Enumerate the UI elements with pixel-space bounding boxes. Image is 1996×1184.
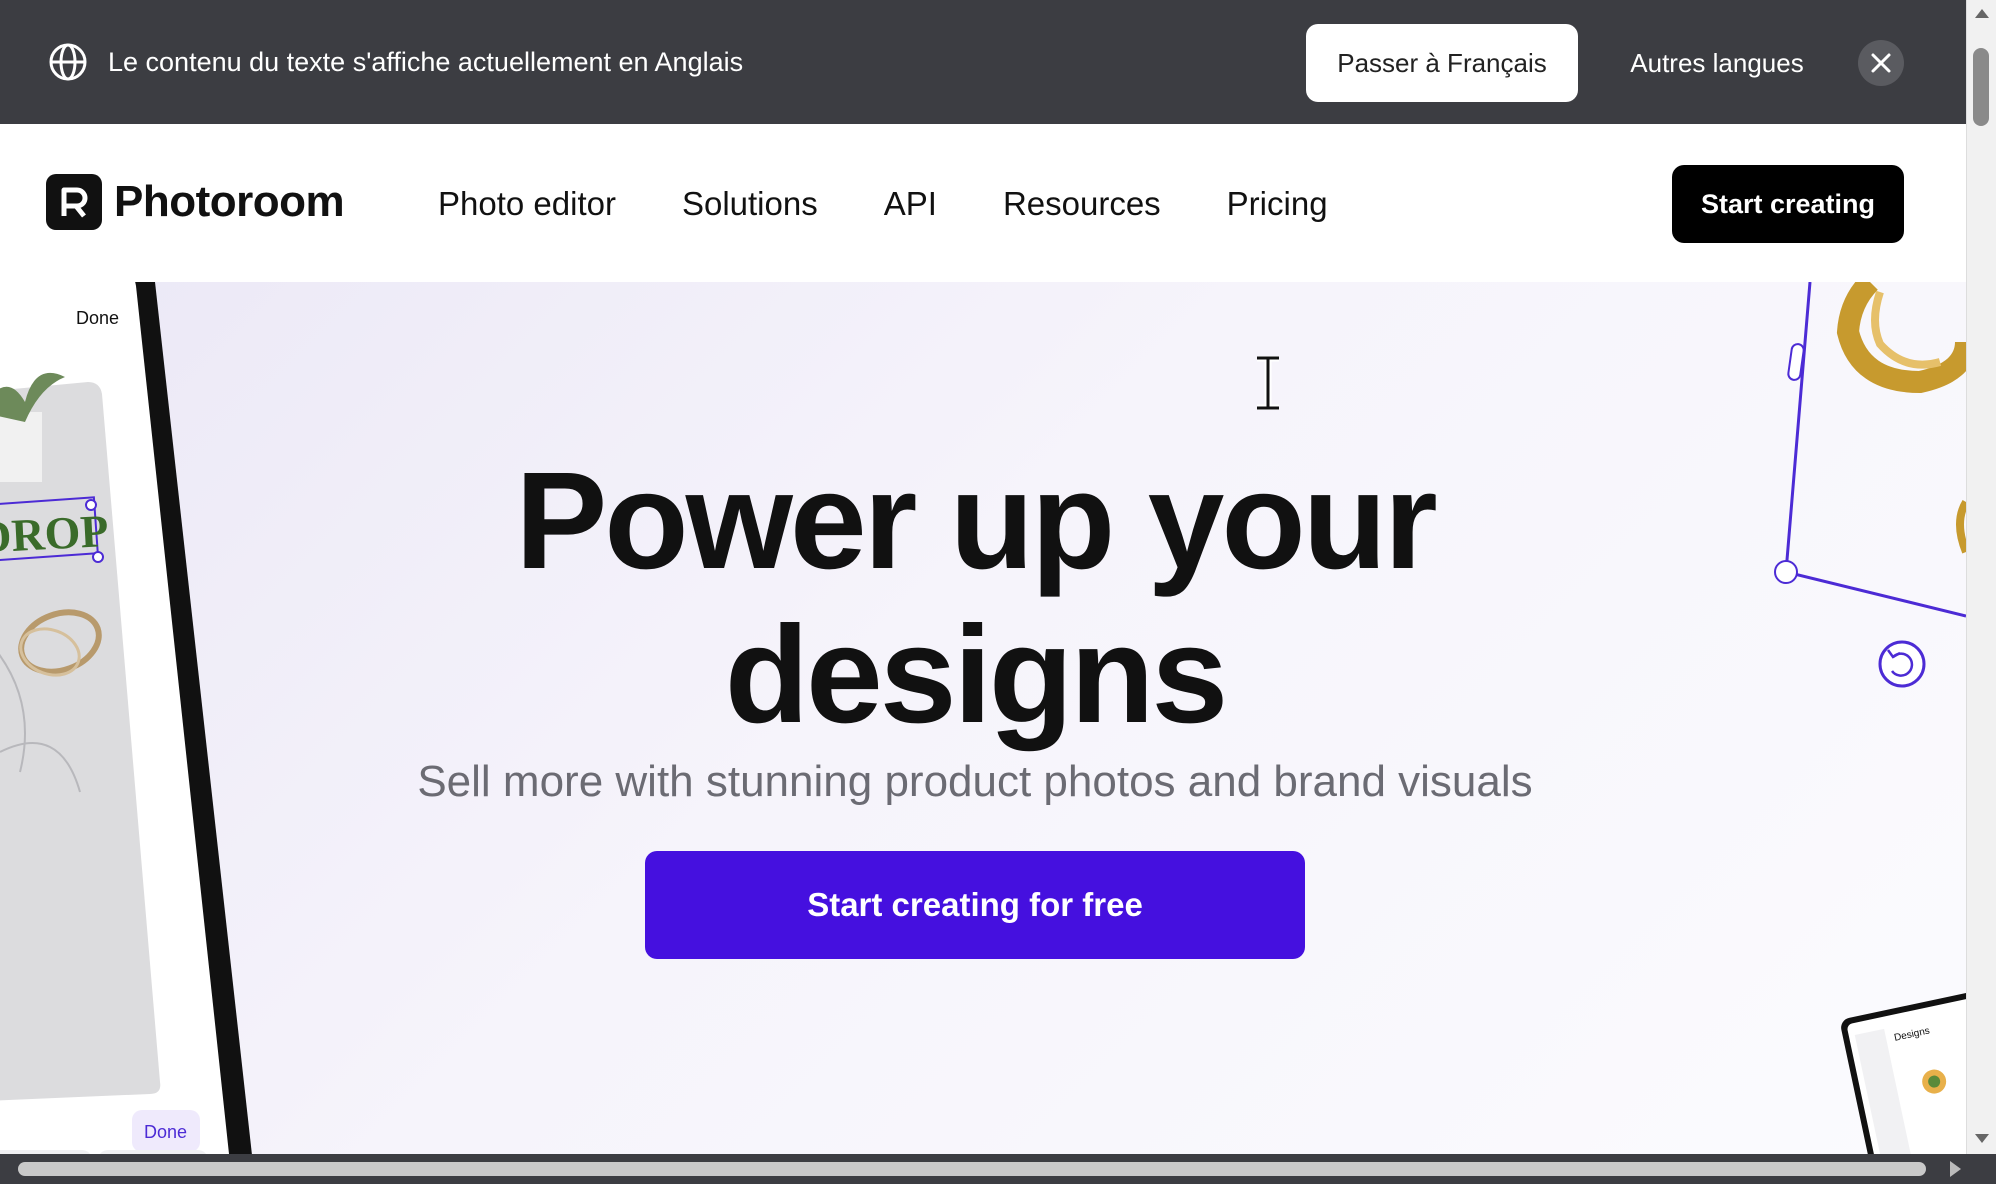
start-creating-free-button[interactable]: Start creating for free [645, 851, 1305, 959]
close-banner-button[interactable] [1858, 40, 1904, 86]
hero-title: Power up your designs [515, 444, 1437, 753]
other-languages-button[interactable]: Autres langues [1610, 24, 1824, 102]
nav-resources[interactable]: Resources [1003, 182, 1161, 226]
translate-message: Le contenu du texte s'affiche actuelleme… [108, 47, 744, 77]
hero-section: Done DROP Done T Aa [0, 282, 1966, 1154]
logo-mark-icon [46, 174, 102, 230]
logo[interactable]: Photoroom [46, 174, 345, 230]
nav-api[interactable]: API [884, 182, 937, 226]
nav-pricing[interactable]: Pricing [1227, 182, 1328, 226]
horizontal-scroll-thumb[interactable] [18, 1162, 1926, 1176]
scroll-up-icon[interactable] [1967, 4, 1996, 24]
scroll-right-icon[interactable] [1944, 1154, 1968, 1184]
close-icon [1871, 53, 1891, 73]
gold-earring-illustration [1836, 282, 1966, 554]
vertical-scroll-thumb[interactable] [1973, 48, 1989, 126]
logo-text: Photoroom [114, 177, 345, 226]
phone-tag-text: DROP [0, 505, 110, 563]
main-nav: Photo editor Solutions API Resources Pri… [438, 182, 1394, 226]
scroll-down-icon[interactable] [1967, 1128, 1996, 1148]
text-cursor-icon [1257, 356, 1279, 410]
globe-icon [49, 43, 87, 81]
phone-done-top[interactable]: Done [76, 308, 119, 328]
phone-done-bottom[interactable]: Done [144, 1122, 187, 1142]
switch-language-button[interactable]: Passer à Français [1306, 24, 1578, 102]
translate-banner: Le contenu du texte s'affiche actuelleme… [0, 0, 1966, 124]
start-creating-button[interactable]: Start creating [1672, 165, 1904, 243]
phone-mockup: Done DROP Done T Aa [0, 282, 252, 1154]
selection-frame[interactable] [1774, 282, 1966, 618]
hero-decoration: Designs [1774, 282, 1966, 1154]
rotate-icon[interactable] [1878, 640, 1926, 688]
nav-photo-editor[interactable]: Photo editor [438, 182, 616, 226]
nav-solutions[interactable]: Solutions [682, 182, 818, 226]
site-header: Photoroom Photo editor Solutions API Res… [0, 124, 1966, 283]
hero-subtitle: Sell more with stunning product photos a… [417, 757, 1533, 806]
horizontal-scrollbar[interactable] [0, 1154, 1996, 1184]
vertical-scrollbar[interactable] [1966, 0, 1996, 1154]
laptop-mockup: Designs [1841, 990, 1966, 1154]
